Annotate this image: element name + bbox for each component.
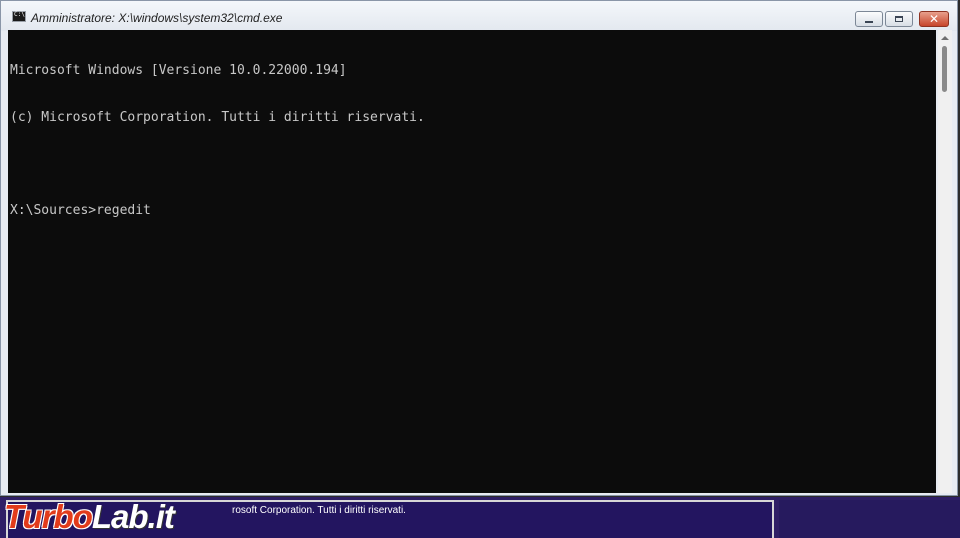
desktop: rosoft Corporation. Tutti i diritti rise… bbox=[0, 0, 960, 538]
console-line: (c) Microsoft Corporation. Tutti i dirit… bbox=[10, 109, 425, 125]
logo-part-turbo: Turbo bbox=[4, 498, 93, 535]
window-title: Amministratore: X:\windows\system32\cmd.… bbox=[31, 11, 283, 25]
background-window-text: rosoft Corporation. Tutti i diritti rise… bbox=[232, 505, 406, 516]
title-bar[interactable]: Amministratore: X:\windows\system32\cmd.… bbox=[1, 1, 957, 31]
minimize-icon bbox=[865, 20, 873, 23]
scroll-up-arrow-icon[interactable] bbox=[941, 36, 949, 40]
cmd-window[interactable]: Amministratore: X:\windows\system32\cmd.… bbox=[0, 0, 958, 496]
vertical-scrollbar[interactable] bbox=[938, 30, 952, 493]
console-output[interactable]: Microsoft Windows [Versione 10.0.22000.1… bbox=[8, 30, 936, 493]
console-prompt-line: X:\Sources>regedit bbox=[10, 202, 151, 218]
close-button[interactable]: ✕ bbox=[919, 11, 949, 27]
cmd-icon[interactable] bbox=[12, 11, 26, 22]
minimize-button[interactable] bbox=[855, 11, 883, 27]
close-icon: ✕ bbox=[928, 12, 940, 26]
maximize-button[interactable] bbox=[885, 11, 913, 27]
maximize-icon bbox=[895, 16, 903, 22]
console-line: Microsoft Windows [Versione 10.0.22000.1… bbox=[10, 63, 347, 78]
turbolab-logo: Turbo Lab.it bbox=[4, 496, 175, 538]
logo-part-lab: Lab.it bbox=[91, 498, 175, 535]
background-window-right-panel bbox=[779, 500, 960, 538]
scroll-thumb[interactable] bbox=[942, 46, 947, 92]
console-text: Microsoft Windows [Versione 10.0.22000.1… bbox=[10, 32, 425, 249]
